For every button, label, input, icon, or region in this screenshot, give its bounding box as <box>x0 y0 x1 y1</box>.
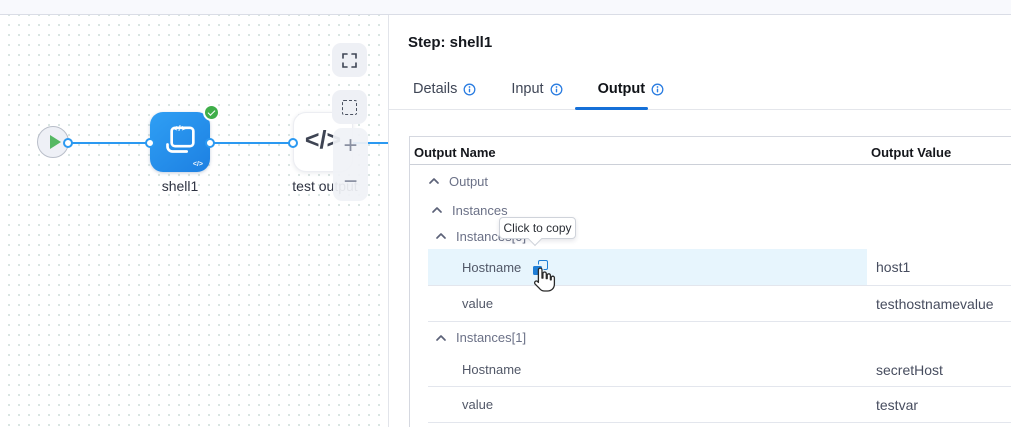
tab-bar: Details Input Output <box>413 81 699 97</box>
page-title: Step: shell1 <box>408 34 492 51</box>
info-icon[interactable] <box>651 83 664 96</box>
fit-view-icon <box>342 53 357 68</box>
output-name-cell: value <box>462 397 493 412</box>
workflow-app: </> </> </> shell1 test output + − Step:… <box>0 0 1011 427</box>
tab-label: Details <box>413 81 457 97</box>
step-details-panel: Step: shell1 Details Input Output Output… <box>389 15 1011 427</box>
output-value-cell[interactable]: testhostnamevalue <box>876 296 994 312</box>
zoom-controls: + − <box>333 128 368 201</box>
tab-input[interactable]: Input <box>511 81 562 97</box>
mouse-cursor-icon <box>532 266 556 293</box>
output-name-cell: value <box>462 296 493 311</box>
group-label: Output <box>449 174 488 189</box>
port-test-in[interactable] <box>288 138 298 148</box>
column-output-name: Output Name <box>414 145 496 160</box>
table-row-hostname-1[interactable]: Hostname secretHost <box>428 353 1011 387</box>
tab-label: Output <box>598 81 646 97</box>
tab-label: Input <box>511 81 543 97</box>
port-shell-in[interactable] <box>145 138 155 148</box>
output-table: Output Name Output Value Output Instance… <box>409 136 1011 427</box>
output-value-cell[interactable]: host1 <box>876 259 910 275</box>
top-bar <box>0 0 1011 15</box>
table-rows: Output Instances Instances[0] Hostname h… <box>410 165 1011 423</box>
tab-details[interactable]: Details <box>413 81 476 97</box>
info-icon[interactable] <box>550 83 563 96</box>
chevron-up-icon[interactable] <box>428 176 440 186</box>
fit-view-button[interactable] <box>332 43 367 77</box>
port-shell-out[interactable] <box>205 138 215 148</box>
output-name-cell: Hostname <box>462 362 521 377</box>
play-icon <box>50 135 61 149</box>
workflow-canvas[interactable]: </> </> </> shell1 test output + − <box>0 15 389 427</box>
zoom-out-button[interactable]: − <box>333 164 368 200</box>
shell-node-label: shell1 <box>125 178 235 194</box>
active-tab-indicator <box>575 107 648 110</box>
box-select-icon <box>342 100 357 115</box>
shell-node[interactable]: </> </> <box>150 112 210 172</box>
check-badge-icon <box>203 104 220 121</box>
chevron-up-icon[interactable] <box>431 205 443 215</box>
table-row-output[interactable]: Output <box>428 165 1011 197</box>
group-label: Instances <box>452 203 508 218</box>
code-glyph: </> <box>150 124 210 133</box>
edge-shell-test <box>210 142 293 144</box>
copy-tooltip: Click to copy <box>499 217 576 239</box>
table-header: Output Name Output Value <box>410 137 1011 165</box>
port-start-out[interactable] <box>63 138 73 148</box>
output-name-cell: Hostname <box>462 260 521 275</box>
chevron-up-icon[interactable] <box>435 333 447 343</box>
chevron-up-icon[interactable] <box>435 231 447 241</box>
box-select-button[interactable] <box>332 90 367 124</box>
output-value-cell[interactable]: secretHost <box>876 362 943 378</box>
code-mini-icon: </> <box>193 161 203 168</box>
edge-start-shell <box>68 142 150 144</box>
table-row-instances-1[interactable]: Instances[1] <box>428 322 1011 353</box>
table-row-hostname-0[interactable]: Hostname host1 <box>428 249 1011 286</box>
tab-output[interactable]: Output <box>598 81 665 97</box>
group-label: Instances[1] <box>456 330 526 345</box>
tooltip-text: Click to copy <box>503 221 571 235</box>
info-icon[interactable] <box>463 83 476 96</box>
column-output-value: Output Value <box>871 145 951 160</box>
output-value-cell[interactable]: testvar <box>876 397 918 413</box>
zoom-in-button[interactable]: + <box>333 128 368 164</box>
table-row-value-1[interactable]: value testvar <box>428 387 1011 423</box>
table-row-value-0[interactable]: value testhostnamevalue <box>428 286 1011 322</box>
tab-divider <box>389 109 1011 110</box>
